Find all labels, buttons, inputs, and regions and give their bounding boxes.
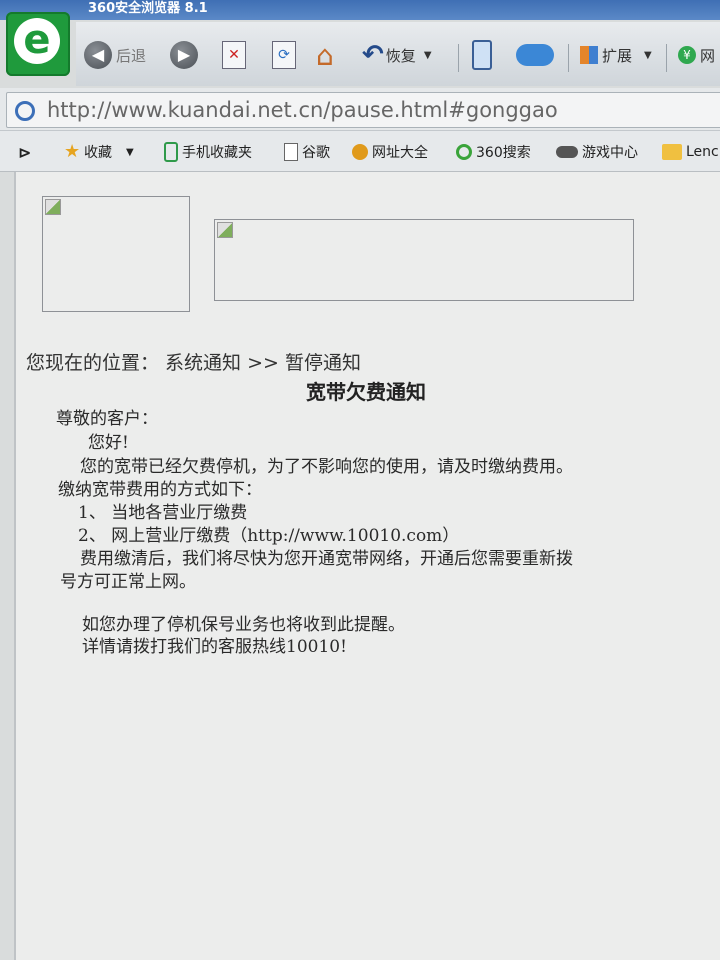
search360-icon [456,144,472,160]
window-titlebar: 360安全浏览器 8.1 [0,0,720,20]
bookmarks-bar: ⊳ ★ 收藏 ▼ 手机收藏夹 谷歌 网址大全 360搜索 游戏中心 Lenc [0,131,720,172]
url-text: http://www.kuandai.net.cn/pause.html#gon… [47,98,558,122]
breadcrumb: 您现在的位置： 系统通知 >> 暂停通知 [26,352,361,374]
security-label: 网 [700,46,716,65]
broken-image-logo [42,196,190,312]
globe-icon [352,144,368,160]
browser-toolbar: ◀ 后退 ▶ ✕ ⟳ ⌂ ↶ 恢复 ▼ 扩展 ▼ ¥ 网 [76,22,720,86]
folder-icon [662,144,682,160]
reconnect-line-continued: 号方可正常上网。 [60,572,196,592]
cloud-icon [516,44,554,66]
payment-method-item: 1、 当地各营业厅缴费 [78,503,248,523]
close-page-icon: ✕ [222,41,246,69]
payment-method-item: 2、 网上营业厅缴费（http://www.10010.com） [78,526,460,546]
close-page-button[interactable]: ✕ [222,40,246,70]
phone-button[interactable] [472,40,492,70]
toolbar-divider [458,44,459,72]
extensions-button[interactable]: 扩展 ▼ [580,40,652,70]
sidebar-toggle-icon: ⊳ [18,142,32,162]
restore-button[interactable]: ↶ 恢复 ▼ [362,40,432,70]
payment-methods-heading: 缴纳宽带费用的方式如下： [58,480,262,500]
refresh-icon: ⟳ [272,41,296,69]
bookmark-game-center[interactable]: 游戏中心 [556,141,638,163]
bookmark-label: 游戏中心 [582,145,638,161]
phone-icon [472,40,492,70]
url-input[interactable]: http://www.kuandai.net.cn/pause.html#gon… [6,92,720,128]
bookmark-mobile-favorites[interactable]: 手机收藏夹 [164,141,252,163]
bookmark-360-search[interactable]: 360搜索 [456,141,531,163]
chevron-down-icon: ▼ [423,49,432,61]
star-icon: ★ [64,141,81,162]
notice-line: 您的宽带已经欠费停机，为了不影响您的使用，请及时缴纳费用。 [80,457,573,477]
chevron-down-icon: ▼ [126,146,134,158]
back-label: 后退 [116,46,147,65]
bookmark-label: 网址大全 [372,145,428,161]
refresh-button[interactable]: ⟳ [272,40,296,70]
page-content: 您现在的位置： 系统通知 >> 暂停通知 宽带欠费通知 尊敬的客户： 您好! 您… [14,172,720,960]
bookmark-label: 手机收藏夹 [182,145,252,161]
broken-image-icon [217,222,233,238]
forward-button[interactable]: ▶ [170,40,198,70]
bookmark-label: 360搜索 [476,145,531,161]
hello-line: 您好! [88,433,129,453]
back-arrow-icon: ◀ [84,41,112,69]
security-button[interactable]: ¥ 网 [678,40,715,70]
bookmark-favorites[interactable]: ★ 收藏 ▼ [64,141,134,163]
toolbar-divider [568,44,569,72]
forward-arrow-icon: ▶ [170,41,198,69]
bookmark-label: 谷歌 [302,145,330,161]
bookmark-lenovo[interactable]: Lenc [662,141,719,163]
phone-icon [164,142,178,162]
shield-icon: ¥ [678,46,696,64]
undo-icon: ↶ [362,40,384,70]
broken-image-icon [45,199,61,215]
address-bar: http://www.kuandai.net.cn/pause.html#gon… [0,88,720,131]
bookmark-label: 收藏 [84,145,112,161]
gamepad-icon [556,146,578,158]
cloud-button[interactable] [516,40,554,70]
browser-logo-icon[interactable]: e [6,12,70,76]
extensions-icon [580,46,598,64]
window-title: 360安全浏览器 8.1 [88,1,208,16]
broken-image-banner [214,219,634,301]
page-icon [284,143,298,161]
sidebar-toggle-button[interactable]: ⊳ [18,141,31,163]
toolbar-divider [666,44,667,72]
back-button[interactable]: ◀ 后退 [84,40,146,70]
reconnect-line: 费用缴清后，我们将尽快为您开通宽带网络，开通后您需要重新拨 [80,549,573,569]
home-icon: ⌂ [316,38,334,72]
home-button[interactable]: ⌂ [316,38,334,72]
bookmark-label: Lenc [686,144,719,160]
restore-label: 恢复 [385,46,416,65]
extensions-label: 扩展 [602,46,633,65]
bookmark-site-directory[interactable]: 网址大全 [352,141,428,163]
greeting-line: 尊敬的客户： [56,409,158,429]
hotline-line: 详情请拨打我们的客服热线10010! [82,637,347,657]
bookmark-google[interactable]: 谷歌 [284,141,330,163]
page-status-icon [15,101,35,121]
chevron-down-icon: ▼ [644,49,652,61]
page-title: 宽带欠费通知 [306,380,426,404]
